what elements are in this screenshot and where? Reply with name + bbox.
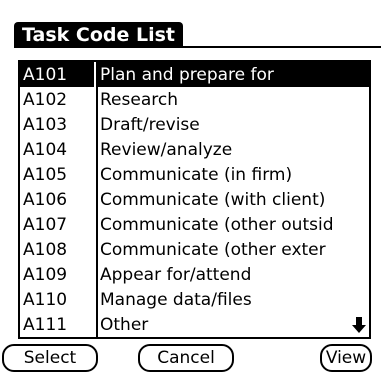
task-code: A104 xyxy=(23,139,68,160)
list-item[interactable]: A101 Plan and prepare for xyxy=(20,62,369,87)
list-item[interactable]: A105 Communicate (in firm) xyxy=(20,162,369,187)
task-code: A102 xyxy=(23,89,68,110)
task-description: Communicate (with client) xyxy=(100,189,326,210)
list-item[interactable]: A106 Communicate (with client) xyxy=(20,187,369,212)
task-code: A107 xyxy=(23,214,68,235)
task-code: A110 xyxy=(23,289,68,310)
list-item[interactable]: A109 Appear for/attend xyxy=(20,262,369,287)
task-description: Communicate (other exter xyxy=(100,239,326,260)
task-description: Research xyxy=(100,89,178,110)
list-item[interactable]: A108 Communicate (other exter xyxy=(20,237,369,262)
list-item[interactable]: A103 Draft/revise xyxy=(20,112,369,137)
task-description: Review/analyze xyxy=(100,139,233,160)
task-code-list[interactable]: A101 Plan and prepare for A102 Research A103… xyxy=(18,60,371,339)
task-code: A101 xyxy=(20,62,96,87)
task-code: A111 xyxy=(23,314,68,335)
task-code: A105 xyxy=(23,164,68,185)
list-item[interactable]: A110 Manage data/files xyxy=(20,287,369,312)
title-rule xyxy=(14,46,381,48)
view-button[interactable]: View xyxy=(320,344,372,372)
task-code: A106 xyxy=(23,189,68,210)
cancel-button[interactable]: Cancel xyxy=(138,344,234,372)
task-code: A109 xyxy=(23,264,68,285)
task-description: Communicate (in firm) xyxy=(100,164,293,185)
task-description: Manage data/files xyxy=(100,289,252,310)
scroll-down-arrow-icon[interactable] xyxy=(352,316,366,334)
form-title: Task Code List xyxy=(14,22,184,48)
task-description: Appear for/attend xyxy=(100,264,252,285)
task-description: Draft/revise xyxy=(100,114,200,135)
list-item[interactable]: A111 Other xyxy=(20,312,369,337)
task-description: Communicate (other outsid xyxy=(100,214,334,235)
select-button[interactable]: Select xyxy=(2,344,98,372)
list-item[interactable]: A104 Review/analyze xyxy=(20,137,369,162)
task-code-list-screen: Task Code List A101 Plan and prepare for A… xyxy=(0,0,381,386)
list-item[interactable]: A107 Communicate (other outsid xyxy=(20,212,369,237)
task-description: Other xyxy=(100,314,149,335)
task-description: Plan and prepare for xyxy=(100,64,274,85)
list-item[interactable]: A102 Research xyxy=(20,87,369,112)
task-code: A103 xyxy=(23,114,68,135)
task-code: A108 xyxy=(23,239,68,260)
